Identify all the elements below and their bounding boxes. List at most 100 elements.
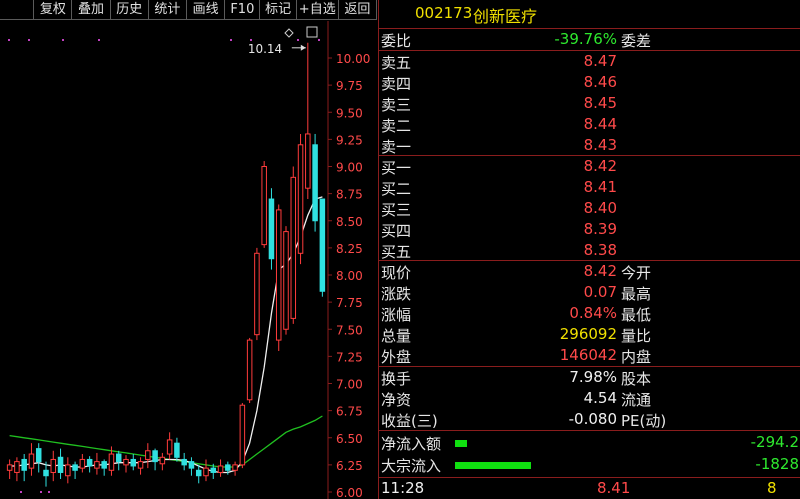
candle-body [6,464,13,471]
sell-level-3-label: 卖三 [381,96,412,114]
weicha-label: 委差 [621,32,652,50]
sell-level-5-label: 卖五 [381,54,412,72]
candle-body [203,467,209,477]
candle-body [297,144,304,254]
back-button[interactable]: 返回 [338,0,377,20]
candle-body [225,464,231,471]
buy-level-1: 买一 8.42 [379,156,800,177]
total-volume-label2: 量比 [621,327,652,345]
candle-body [232,464,238,471]
marker-dot [28,39,30,41]
current-price-value: 8.42 [583,262,617,280]
weibi-value: -39.76% [554,30,617,48]
app-window: 复权 叠加 历史 统计 画线 F10 标记 +自选 返回 10.00 9.75 9.… [0,0,800,499]
total-volume-label: 总量 [381,327,412,345]
candle-body [319,198,326,292]
sell-level-4-value: 8.46 [583,73,617,91]
y-tick-label: 6.50 [336,432,363,446]
y-tick-label: 8.25 [336,242,363,256]
buy-level-3-value: 8.40 [583,199,617,217]
change-value: 0.07 [583,283,617,301]
stock-code: 002173 [415,4,473,22]
flow-bar [455,440,467,447]
y-tick-label: 6.25 [336,459,363,473]
sell-level-3: 卖三 8.45 [379,93,800,114]
change-label: 涨跌 [381,285,412,303]
block-inflow-row: 大宗流入 -1828 [379,454,800,475]
candle-body [195,469,202,477]
candle-body [239,404,246,466]
candle-body [21,458,27,471]
sell-level-5: 卖五 8.47 [379,51,800,72]
draw-line-button[interactable]: 画线 [187,0,226,20]
net-assets-label: 净资 [381,391,412,409]
add-watchlist-button[interactable]: +自选 [296,0,339,20]
buy-level-4-value: 8.39 [583,220,617,238]
buy-level-2-value: 8.41 [583,178,617,196]
kline-chart[interactable]: 10.00 9.75 9.50 9.25 9.00 8.75 8.50 8.25 8.00 7.7… [0,21,377,499]
sell-level-4-label: 卖四 [381,75,412,93]
marker-dot [250,39,252,41]
flow-bar [455,462,531,469]
history-button[interactable]: 历史 [110,0,149,20]
net-assets-value: 4.54 [583,389,617,407]
f10-button[interactable]: F10 [225,0,261,20]
high-arrowhead [300,44,306,51]
eps-label2: PE(动) [621,412,667,430]
total-volume-value: 296092 [559,325,617,343]
candle-body [283,231,289,330]
candle-body [115,453,122,463]
y-tick-label: 7.50 [336,323,363,337]
y-tick-label: 9.25 [336,133,363,147]
candle-body [57,456,64,473]
tick-row: 11:28 8.41 8 [379,478,800,499]
restore-rights-button[interactable]: 复权 [34,0,73,20]
overlay-button[interactable]: 叠加 [72,0,111,20]
candle-body [72,464,78,471]
turnover-value: 7.98% [569,368,617,386]
candle-body [145,450,151,460]
marker-dot [318,39,320,41]
candle-body [137,461,144,469]
flow-value: -294.2 [750,433,799,451]
sell-level-4: 卖四 8.46 [379,72,800,93]
candle-body [290,176,297,319]
current-price-label2: 今开 [621,264,652,282]
current-price: 现价 8.42 今开 [379,261,800,282]
diamond-marker [284,28,294,38]
tick-price: 8.41 [597,479,631,497]
y-tick-label: 7.75 [336,296,363,310]
flow-value: -1828 [755,455,799,473]
candle-body [50,458,57,473]
candle-body [268,198,275,260]
buy-level-1-label: 买一 [381,159,412,177]
marker-dot [8,39,10,41]
buy-level-5: 买五 8.38 [379,240,800,261]
mark-button[interactable]: 标记 [260,0,297,20]
sell-level-1: 卖一 8.43 [379,135,800,156]
candle-body [152,450,158,463]
buy-level-3: 买三 8.40 [379,198,800,219]
net-assets: 净资 4.54 流通 [379,388,800,409]
y-tick-label: 8.00 [336,269,363,283]
tick-volume: 8 [767,479,777,497]
change-label2: 最高 [621,285,652,303]
y-tick-label: 6.75 [336,405,363,419]
buy-level-2: 买二 8.41 [379,177,800,198]
change-pct-label: 涨幅 [381,306,412,324]
box-marker [306,26,318,38]
sell-level-3-value: 8.45 [583,94,617,112]
y-tick-label: 9.50 [336,106,363,120]
total-volume: 总量 296092 量比 [379,324,800,345]
y-tick-label: 9.75 [336,79,363,93]
y-tick-label: 7.00 [336,378,363,392]
candle-body [79,458,86,469]
turnover: 换手 7.98% 股本 [379,367,800,388]
y-tick-label: 9.00 [336,161,363,175]
candle-body [28,453,35,469]
sell-level-5-value: 8.47 [583,52,617,70]
sell-level-2: 卖二 8.44 [379,114,800,135]
buy-level-5-label: 买五 [381,243,412,261]
statistics-button[interactable]: 统计 [148,0,188,20]
change-pct-label2: 最低 [621,306,652,324]
